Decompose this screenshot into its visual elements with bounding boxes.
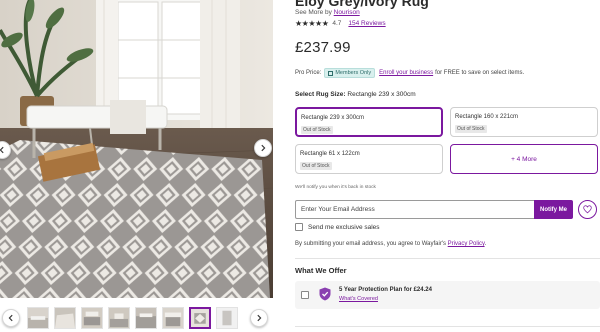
brand-link[interactable]: Nourison (334, 9, 360, 16)
rating-row: ★★★★★ 4.7 154 Reviews (295, 19, 386, 28)
pro-price-row: Pro Price: Members Only Enroll your busi… (295, 68, 524, 78)
thumbnail-image (136, 308, 156, 328)
heart-icon (583, 205, 592, 214)
chevron-right-icon (257, 314, 262, 322)
thumbnail[interactable] (54, 307, 76, 329)
consent-prefix: By submitting your email address, you ag… (295, 241, 446, 247)
rug-size-heading: Select Rug Size: (295, 91, 346, 98)
product-main-image[interactable] (0, 0, 273, 298)
thumbnail-image (28, 308, 48, 328)
chevron-left-icon (8, 314, 13, 322)
thumbnail-image (163, 308, 183, 328)
size-option-61x122[interactable]: Rectangle 61 x 122cm Out of Stock (295, 144, 443, 174)
thumbnail[interactable] (108, 307, 130, 329)
thumbnail[interactable] (162, 307, 184, 329)
thumbnail-prev-button[interactable] (2, 309, 20, 327)
thumbnail-image (191, 309, 209, 327)
thumbnail-image (109, 308, 129, 328)
thumbnail[interactable] (27, 307, 49, 329)
exclusive-sales-label: Send me exclusive sales (308, 223, 380, 231)
thumbnail-next-button[interactable] (250, 309, 268, 327)
out-of-stock-badge: Out of Stock (300, 162, 332, 170)
thumbnail[interactable] (216, 307, 238, 329)
email-consent-text: By submitting your email address, you ag… (295, 241, 486, 247)
notify-me-button[interactable]: Notify Me (534, 200, 573, 219)
protection-plan-box: 5 Year Protection Plan for £24.24 What's… (295, 281, 600, 309)
out-of-stock-badge: Out of Stock (301, 126, 333, 134)
exclusive-sales-checkbox[interactable] (295, 223, 303, 231)
size-option-label: Rectangle 239 x 300cm (301, 115, 365, 121)
exclusive-sales-option[interactable]: Send me exclusive sales (295, 223, 380, 231)
badge-square-icon (328, 70, 334, 76)
privacy-policy-link[interactable]: Privacy Policy (448, 241, 485, 247)
size-option-label: Rectangle 160 x 221cm (455, 114, 519, 120)
consent-suffix: . (484, 241, 487, 247)
thumbnail[interactable] (135, 307, 157, 329)
thumbnail[interactable] (81, 307, 103, 329)
notify-form: Notify Me (295, 200, 573, 219)
thumbnail-active[interactable] (189, 307, 211, 329)
pro-price-label: Pro Price: (295, 70, 322, 76)
protection-plan-label: 5 Year Protection Plan for £24.24 (339, 287, 432, 293)
protection-plan-checkbox[interactable] (301, 291, 309, 299)
more-sizes-button[interactable]: + 4 More (450, 144, 598, 174)
product-title: Eloy Grey/Ivory Rug (295, 0, 429, 9)
more-sizes-label: + 4 More (511, 156, 537, 163)
size-option-160x221[interactable]: Rectangle 160 x 221cm Out of Stock (450, 107, 598, 137)
star-rating-icon: ★★★★★ (295, 19, 329, 28)
divider (295, 326, 600, 327)
rug-size-selected: Rectangle 239 x 300cm (347, 91, 416, 98)
members-only-label: Members Only (335, 70, 372, 76)
back-in-stock-note: We'll notify you when it's back in stock (295, 185, 376, 190)
product-details-panel: Eloy Grey/Ivory Rug See More by Nourison… (295, 0, 600, 332)
divider (295, 258, 600, 259)
size-option-239x300[interactable]: Rectangle 239 x 300cm Out of Stock (295, 107, 443, 137)
members-only-badge: Members Only (324, 68, 376, 78)
chevron-right-icon (261, 144, 266, 152)
thumbnail-image (82, 308, 102, 328)
shield-icon (319, 287, 331, 301)
size-option-label: Rectangle 61 x 122cm (300, 151, 360, 157)
email-input[interactable] (295, 200, 535, 219)
see-more-line: See More by Nourison (295, 9, 360, 16)
rug-size-label: Select Rug Size: Rectangle 239 x 300cm (295, 91, 416, 98)
next-image-button[interactable] (254, 139, 272, 157)
rating-value: 4.7 (332, 20, 342, 27)
product-price: £237.99 (295, 39, 351, 56)
enroll-business-link[interactable]: Enroll your business (379, 70, 433, 76)
pro-price-rest: for FREE to save on select items. (435, 70, 525, 76)
out-of-stock-badge: Out of Stock (455, 125, 487, 133)
see-more-prefix: See More by (295, 9, 332, 16)
what-we-offer-heading: What We Offer (295, 266, 347, 275)
chevron-left-icon (0, 146, 4, 154)
room-scene-image (0, 0, 273, 298)
thumbnail-image (217, 308, 237, 328)
reviews-link[interactable]: 154 Reviews (348, 20, 385, 27)
whats-covered-link[interactable]: What's Covered (339, 296, 378, 302)
favorite-button[interactable] (578, 200, 597, 219)
thumbnail-strip (0, 304, 273, 332)
thumbnail-image (55, 308, 75, 328)
